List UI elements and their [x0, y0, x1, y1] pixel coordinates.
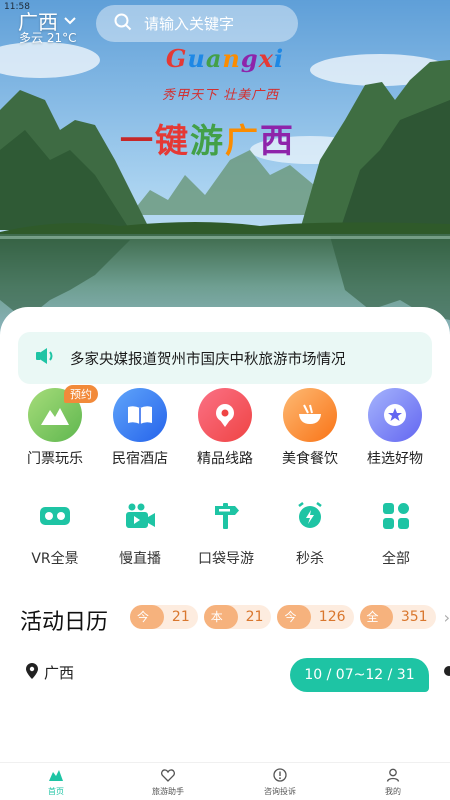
logo-letter: n — [222, 44, 241, 73]
activity-calendar-title: 活动日历 — [20, 610, 109, 635]
category-tickets[interactable]: 预约 门票玩乐 — [12, 385, 98, 468]
news-ticker-text: 多家央媒报道贺州市国庆中秋旅游市场情况 — [70, 351, 346, 368]
search-icon — [114, 13, 132, 35]
alert-bubble-icon — [240, 767, 320, 783]
headline-char: 一 — [120, 121, 155, 160]
map-pin-icon — [198, 388, 252, 442]
badge-star-icon — [368, 388, 422, 442]
search-input[interactable] — [144, 14, 284, 33]
stat-key: 全部 — [359, 605, 393, 648]
category-routes[interactable]: 精品线路 — [182, 388, 268, 468]
search-bar[interactable] — [96, 5, 298, 42]
utility-vr[interactable]: VR全景 — [15, 494, 95, 568]
speaker-icon — [34, 346, 56, 370]
stat-key: 本月 — [203, 605, 238, 648]
utility-guide[interactable]: 口袋导游 — [186, 494, 266, 568]
utility-label: 全部 — [382, 551, 410, 567]
noodle-bowl-icon — [283, 388, 337, 442]
utility-label: 口袋导游 — [198, 551, 254, 567]
date-range-bubble[interactable]: 10 / 07~12 / 31 — [290, 658, 429, 692]
tab-home[interactable]: 首页 — [16, 767, 96, 797]
tab-label: 我的 — [385, 787, 401, 796]
stat-all: 全部 351 — [359, 605, 436, 648]
reservation-badge: 预约 — [64, 385, 98, 403]
utility-flash-sale[interactable]: 秒杀 — [270, 494, 350, 568]
tab-label: 旅游助手 — [152, 787, 184, 796]
logo-letter: x — [258, 44, 274, 73]
headline-char: 键 — [155, 121, 190, 160]
bottom-tab-bar: 首页 旅游助手 咨询投诉 我的 — [0, 762, 450, 800]
user-icon — [353, 767, 433, 783]
tab-assistant[interactable]: 旅游助手 — [128, 767, 208, 797]
logo-letter: g — [240, 44, 259, 73]
alarm-clock-icon — [270, 494, 350, 538]
location-filter[interactable]: 广西 — [26, 662, 74, 683]
tab-profile[interactable]: 我的 — [353, 767, 433, 797]
logo-letter: a — [205, 44, 223, 73]
logo-wordmark: Guangxi — [160, 44, 290, 73]
category-goods[interactable]: 桂选好物 — [352, 388, 438, 468]
logo-letter: G — [165, 44, 188, 73]
category-row: 预约 门票玩乐 民宿酒店 精品线路 美食餐饮 桂选好物 — [0, 385, 450, 468]
stat-value: 21 — [171, 609, 190, 625]
chevron-right-icon[interactable]: › — [444, 608, 450, 627]
logo-letter: i — [273, 44, 285, 73]
heart-icon — [128, 767, 208, 783]
signpost-icon — [186, 494, 266, 538]
utility-label: 慢直播 — [119, 551, 161, 567]
category-label: 精品线路 — [197, 451, 253, 467]
guangxi-logo: Guangxi — [160, 44, 290, 73]
news-ticker[interactable]: 多家央媒报道贺州市国庆中秋旅游市场情况 — [18, 332, 432, 384]
category-hotels[interactable]: 民宿酒店 — [97, 388, 183, 468]
category-label: 美食餐饮 — [282, 451, 338, 467]
stat-month: 本月 21 — [203, 605, 272, 648]
video-camera-icon — [100, 494, 180, 538]
chevron-down-icon — [64, 14, 76, 28]
stat-today: 今日 21 — [130, 605, 198, 648]
stat-year: 今年 126 — [277, 605, 354, 648]
banner-headline: 一键游广西 — [120, 114, 295, 162]
headline-char: 游 — [190, 121, 225, 160]
vr-goggles-icon — [15, 494, 95, 538]
tab-label: 咨询投诉 — [264, 787, 296, 796]
activity-stats[interactable]: 今日 21 本月 21 今年 126 全部 351 › — [130, 605, 450, 648]
headline-char: 西 — [260, 121, 295, 160]
category-food[interactable]: 美食餐饮 — [267, 388, 353, 468]
logo-letter: u — [187, 44, 206, 73]
hero-banner[interactable]: 11:58 广西 多云 21°C Guangxi 秀甲天下 壮美广西 一键游广西 — [0, 0, 450, 340]
grid-icon — [356, 494, 436, 538]
location-label: 广西 — [44, 664, 75, 682]
headline-char: 广 — [225, 121, 260, 160]
utility-row: VR全景 慢直播 口袋导游 秒杀 全部 — [0, 494, 450, 574]
category-label: 桂选好物 — [367, 451, 423, 467]
utility-label: 秒杀 — [296, 551, 324, 567]
stat-key: 今日 — [130, 605, 164, 648]
timeline-dot — [444, 666, 450, 676]
logo-slogan: 秀甲天下 壮美广西 — [162, 88, 280, 103]
stat-value: 126 — [318, 609, 346, 625]
stat-value: 21 — [245, 609, 264, 625]
utility-all[interactable]: 全部 — [356, 494, 436, 568]
book-icon — [113, 388, 167, 442]
utility-live[interactable]: 慢直播 — [100, 494, 180, 568]
tab-complaints[interactable]: 咨询投诉 — [240, 767, 320, 797]
utility-label: VR全景 — [31, 551, 79, 567]
category-label: 门票玩乐 — [27, 451, 83, 467]
weather-text: 多云 21°C — [19, 31, 77, 45]
stat-value: 351 — [400, 609, 428, 625]
home-icon — [16, 767, 96, 783]
tab-label: 首页 — [48, 787, 64, 796]
category-label: 民宿酒店 — [112, 451, 168, 467]
location-pin-icon — [26, 662, 38, 683]
stat-key: 今年 — [277, 605, 311, 648]
